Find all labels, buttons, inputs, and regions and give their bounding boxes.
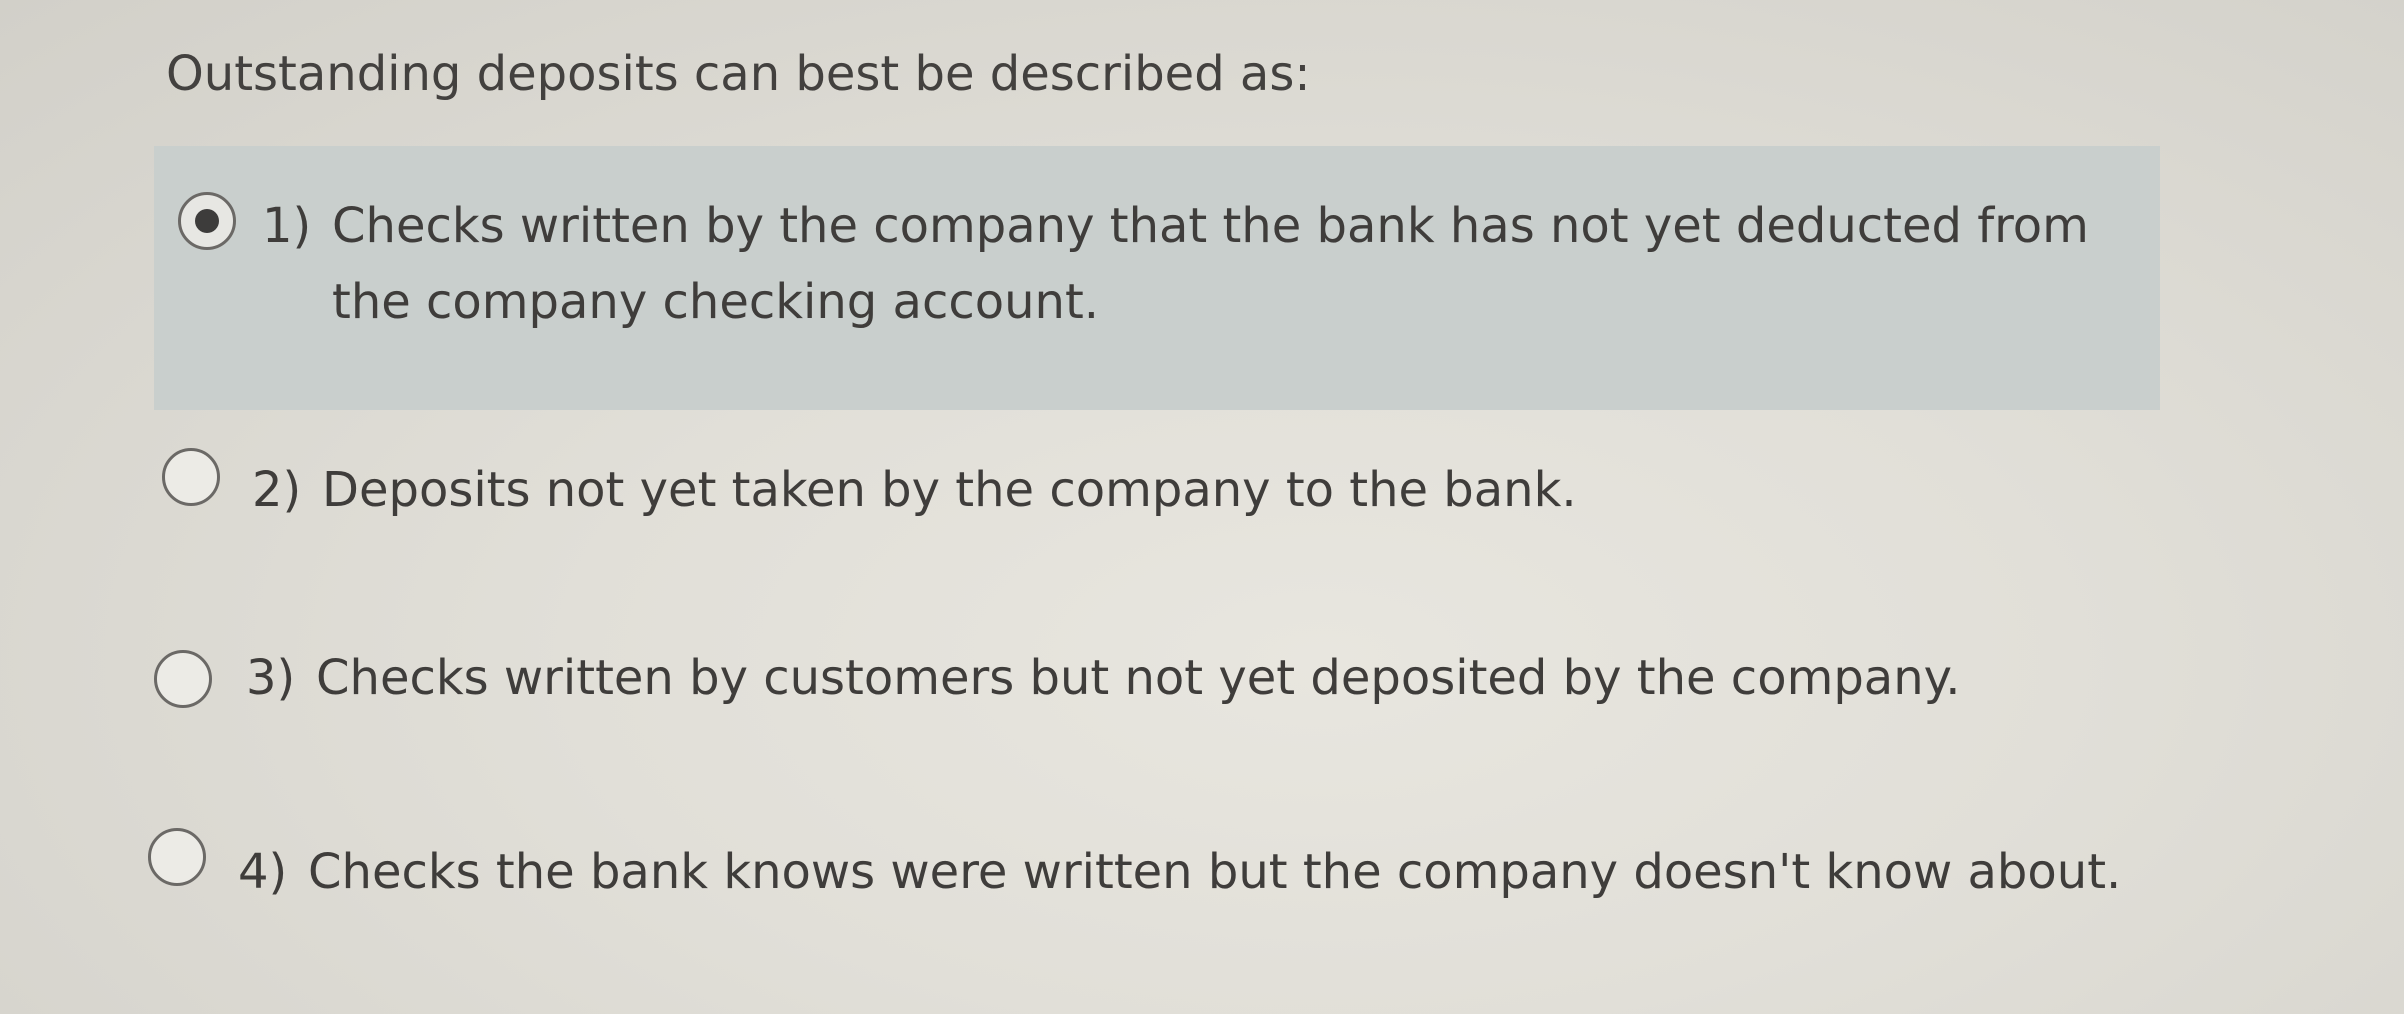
option-1-number: 1)	[262, 198, 312, 254]
option-2-radio[interactable]	[162, 448, 220, 506]
option-3-text[interactable]: 3) Checks written by customers but not ye…	[246, 640, 1960, 716]
answer-options: 1) Checks written by the company that the…	[0, 0, 2404, 1014]
option-2-label: Deposits not yet taken by the company to…	[322, 462, 1577, 518]
option-1-radio[interactable]	[178, 192, 236, 250]
option-3-label: Checks written by customers but not yet …	[316, 650, 1961, 706]
option-3-radio[interactable]	[154, 650, 212, 708]
option-4-number: 4)	[238, 844, 288, 900]
option-2-text[interactable]: 2) Deposits not yet taken by the company …	[252, 452, 1577, 528]
option-4-text[interactable]: 4) Checks the bank knows were written but…	[238, 834, 2121, 910]
quiz-page: Outstanding deposits can best be describ…	[0, 0, 2404, 1014]
option-4-radio[interactable]	[148, 828, 206, 886]
option-2-number: 2)	[252, 462, 302, 518]
option-1-label: Checks written by the company that the b…	[332, 198, 2089, 330]
option-4-label: Checks the bank knows were written but t…	[308, 844, 2122, 900]
option-1-text[interactable]: 1) Checks written by the company that the…	[262, 188, 2162, 340]
option-3-number: 3)	[246, 650, 296, 706]
